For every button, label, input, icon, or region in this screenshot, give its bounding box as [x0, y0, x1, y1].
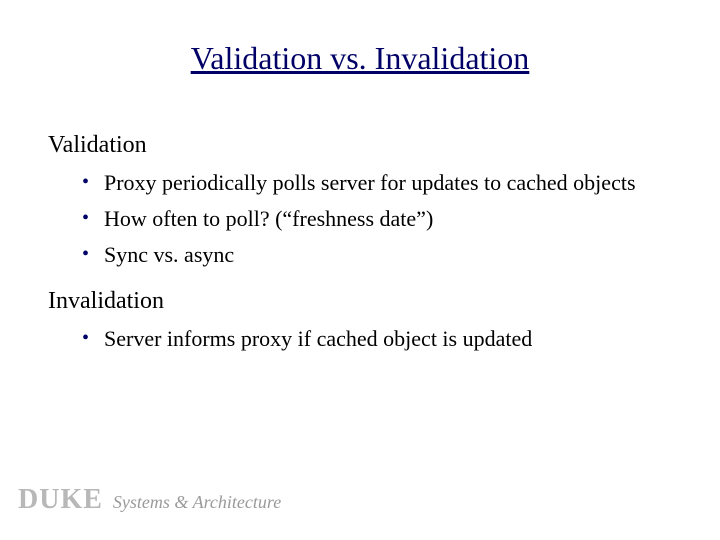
bullet-item: Server informs proxy if cached object is… — [48, 323, 680, 355]
section-heading: Validation — [48, 128, 680, 163]
brand-logo: DUKE — [18, 484, 103, 516]
bullet-item: Proxy periodically polls server for upda… — [48, 167, 680, 199]
slide: Validation vs. Invalidation Validation P… — [0, 0, 720, 540]
bullet-item: How often to poll? (“freshness date”) — [48, 203, 680, 235]
brand-tagline: Systems & Architecture — [113, 492, 281, 513]
slide-body: Validation Proxy periodically polls serv… — [48, 128, 680, 369]
section-heading: Invalidation — [48, 284, 680, 319]
slide-title: Validation vs. Invalidation — [0, 40, 720, 77]
bullet-list: Proxy periodically polls server for upda… — [48, 167, 680, 271]
footer: DUKE Systems & Architecture — [18, 484, 281, 516]
bullet-item: Sync vs. async — [48, 239, 680, 271]
bullet-list: Server informs proxy if cached object is… — [48, 323, 680, 355]
